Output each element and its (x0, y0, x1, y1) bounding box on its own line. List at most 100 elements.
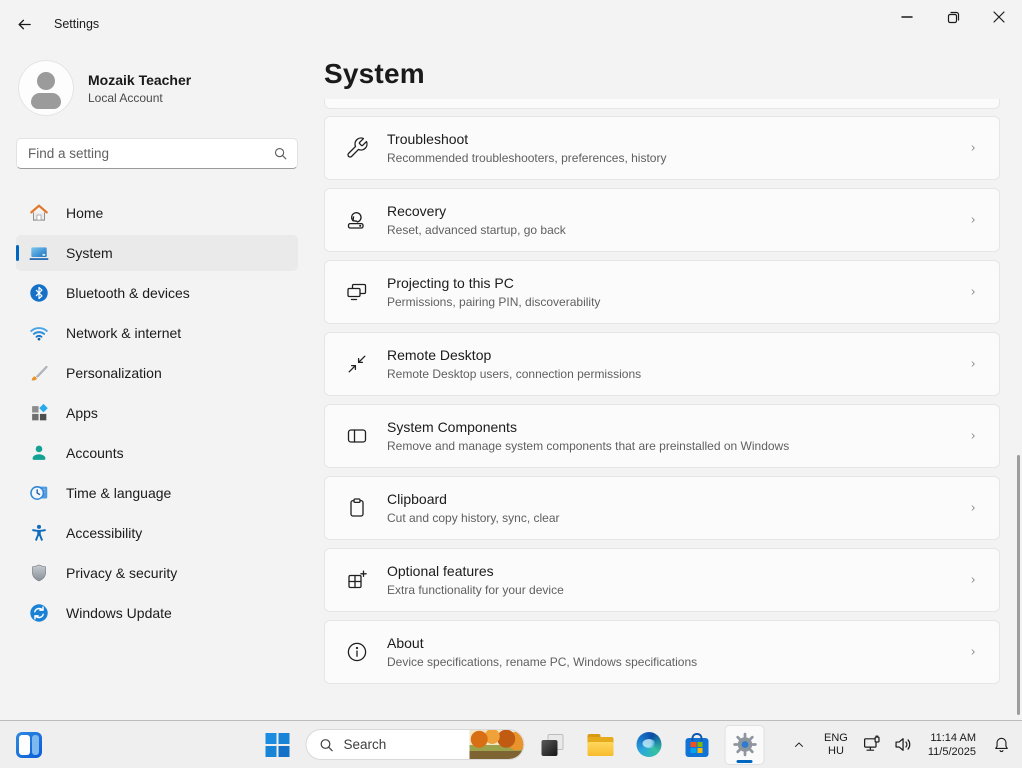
sidebar-item-label: Network & internet (66, 325, 181, 341)
sidebar-item-apps[interactable]: Apps (16, 395, 298, 431)
card-title: Remote Desktop (387, 347, 969, 363)
chevron-right-icon (969, 645, 983, 659)
minimize-button[interactable] (884, 0, 930, 34)
sidebar-item-bluetooth-devices[interactable]: Bluetooth & devices (16, 275, 298, 311)
store-button[interactable] (677, 725, 717, 765)
sidebar-item-accessibility[interactable]: Accessibility (16, 515, 298, 551)
profile-name: Mozaik Teacher (88, 72, 191, 88)
language-line1: ENG (824, 732, 848, 744)
sidebar-item-label: Personalization (66, 365, 162, 381)
close-button[interactable] (976, 0, 1022, 34)
sidebar-nav: Home System Bluetooth & devices Network … (16, 195, 298, 631)
bluetooth-icon (28, 282, 50, 304)
chevron-right-icon (969, 501, 983, 515)
close-icon (993, 11, 1005, 23)
settings-app-button[interactable] (725, 725, 765, 765)
main-content: System Troubleshoot Recommended troubles… (314, 48, 1022, 720)
card-description: Reset, advanced startup, go back (387, 223, 969, 237)
apps-icon (28, 402, 50, 424)
card-title: System Components (387, 419, 969, 435)
sidebar-item-label: Accounts (66, 445, 124, 461)
sidebar-item-privacy-security[interactable]: Privacy & security (16, 555, 298, 591)
card-description: Device specifications, rename PC, Window… (387, 655, 969, 669)
system-tray: ENG HU 11:14 AM 11/5/2025 (785, 721, 1016, 768)
card-optional-features[interactable]: Optional features Extra functionality fo… (324, 548, 1000, 612)
widgets-icon (16, 732, 42, 758)
sidebar-item-label: System (66, 245, 113, 261)
card-title: About (387, 635, 969, 651)
brush-icon (28, 362, 50, 384)
language-indicator[interactable]: ENG HU (817, 725, 855, 765)
card-description: Cut and copy history, sync, clear (387, 511, 969, 525)
sidebar-item-network-internet[interactable]: Network & internet (16, 315, 298, 351)
start-button[interactable] (258, 725, 298, 765)
sidebar-item-label: Windows Update (66, 605, 172, 621)
notifications-button[interactable] (987, 725, 1016, 765)
sidebar-item-home[interactable]: Home (16, 195, 298, 231)
projecting-icon (345, 280, 369, 304)
sidebar-item-windows-update[interactable]: Windows Update (16, 595, 298, 631)
minimize-icon (901, 11, 913, 23)
file-explorer-icon (588, 734, 614, 756)
tray-overflow-button[interactable] (785, 725, 813, 765)
sidebar-item-label: Time & language (66, 485, 171, 501)
settings-window: Settings Mozaik Teacher Local Account (0, 0, 1022, 720)
chevron-right-icon (969, 357, 983, 371)
sidebar-item-label: Apps (66, 405, 98, 421)
card-title: Projecting to this PC (387, 275, 969, 291)
restore-button[interactable] (930, 0, 976, 34)
card-about[interactable]: About Device specifications, rename PC, … (324, 620, 1000, 684)
clock-tray-button[interactable]: 11:14 AM 11/5/2025 (921, 725, 983, 765)
gear-icon (731, 731, 758, 758)
taskbar-search-label: Search (344, 737, 387, 752)
chevron-right-icon (969, 213, 983, 227)
tray-time: 11:14 AM (930, 732, 976, 744)
search-highlight-image (470, 730, 524, 759)
edge-button[interactable] (629, 725, 669, 765)
partial-card-above[interactable] (324, 99, 1000, 109)
window-title: Settings (54, 17, 99, 31)
sidebar-item-time-language[interactable]: Time & language (16, 475, 298, 511)
language-line2: HU (828, 745, 844, 757)
chevron-right-icon (969, 429, 983, 443)
sidebar-item-system[interactable]: System (16, 235, 298, 271)
system-components-icon (345, 424, 369, 448)
volume-tray-button[interactable] (890, 725, 917, 765)
card-description: Remote Desktop users, connection permiss… (387, 367, 969, 381)
card-description: Permissions, pairing PIN, discoverabilit… (387, 295, 969, 309)
profile-account-type: Local Account (88, 91, 191, 105)
card-troubleshoot[interactable]: Troubleshoot Recommended troubleshooters… (324, 116, 1000, 180)
file-explorer-button[interactable] (581, 725, 621, 765)
sidebar-item-accounts[interactable]: Accounts (16, 435, 298, 471)
find-setting-input[interactable] (16, 138, 298, 169)
network-tray-button[interactable] (859, 725, 886, 765)
store-icon (685, 738, 708, 757)
titlebar: Settings (0, 0, 1022, 48)
card-projecting[interactable]: Projecting to this PC Permissions, pairi… (324, 260, 1000, 324)
sidebar-item-personalization[interactable]: Personalization (16, 355, 298, 391)
task-view-button[interactable] (533, 725, 573, 765)
card-description: Recommended troubleshooters, preferences… (387, 151, 969, 165)
card-clipboard[interactable]: Clipboard Cut and copy history, sync, cl… (324, 476, 1000, 540)
chevron-right-icon (969, 285, 983, 299)
card-system-components[interactable]: System Components Remove and manage syst… (324, 404, 1000, 468)
home-icon (28, 202, 50, 224)
bell-icon (992, 735, 1011, 754)
profile-card[interactable]: Mozaik Teacher Local Account (18, 60, 298, 116)
card-recovery[interactable]: Recovery Reset, advanced startup, go bac… (324, 188, 1000, 252)
vertical-scrollbar[interactable] (1017, 455, 1020, 715)
sidebar-item-label: Bluetooth & devices (66, 285, 190, 301)
chevron-right-icon (969, 141, 983, 155)
widgets-button[interactable] (10, 725, 48, 765)
card-title: Troubleshoot (387, 131, 969, 147)
settings-card-list: Troubleshoot Recommended troubleshooters… (324, 99, 1000, 692)
card-remote-desktop[interactable]: Remote Desktop Remote Desktop users, con… (324, 332, 1000, 396)
taskbar-search[interactable]: Search (306, 729, 525, 760)
shield-icon (28, 562, 50, 584)
restore-icon (947, 11, 960, 24)
windows-logo-icon (266, 733, 290, 757)
task-view-icon (541, 733, 565, 757)
wifi-icon (28, 322, 50, 344)
clock-icon (28, 482, 50, 504)
back-button[interactable] (8, 10, 40, 38)
